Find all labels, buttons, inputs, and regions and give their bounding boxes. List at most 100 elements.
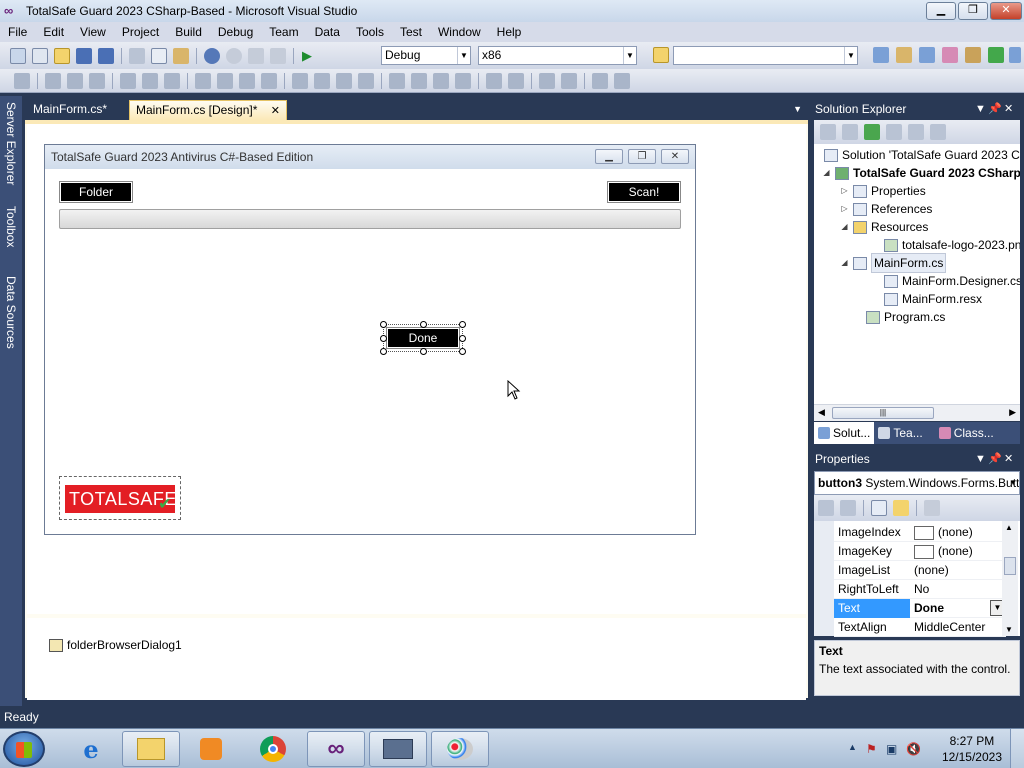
window-position-icon[interactable]: ▼ xyxy=(975,99,986,119)
menu-edit[interactable]: Edit xyxy=(35,25,72,39)
property-row-imageindex[interactable]: ImageIndex (none) xyxy=(834,523,1006,542)
tree-item-mainform[interactable]: ◢ MainForm.cs xyxy=(840,253,947,273)
design-surface[interactable]: TotalSafe Guard 2023 Antivirus C#-Based … xyxy=(27,124,806,614)
events-icon[interactable] xyxy=(893,500,909,516)
align-tops-icon[interactable] xyxy=(120,72,136,89)
align-bottoms-icon[interactable] xyxy=(164,72,180,89)
navigate-backward-icon[interactable] xyxy=(248,47,264,64)
property-row-text[interactable]: Text Done ▼ xyxy=(834,599,1006,618)
menu-help[interactable]: Help xyxy=(489,25,530,39)
tab-class-view[interactable]: Class... xyxy=(927,422,998,444)
menu-file[interactable]: File xyxy=(0,25,35,39)
remove-horizontal-spacing-icon[interactable] xyxy=(358,72,374,89)
tree-item-logo-png[interactable]: totalsafe-logo-2023.png xyxy=(884,236,1020,254)
volume-muted-icon[interactable]: 🔇 xyxy=(906,742,921,756)
make-same-size-icon[interactable] xyxy=(261,72,277,89)
solution-explorer-icon[interactable] xyxy=(873,47,889,63)
tab-order-icon[interactable] xyxy=(592,72,608,89)
redo-icon[interactable] xyxy=(226,47,242,64)
remove-vertical-spacing-icon[interactable] xyxy=(455,72,471,89)
menu-tools[interactable]: Tools xyxy=(348,25,392,39)
resize-handle[interactable] xyxy=(380,335,387,342)
tree-item-mainform-resx[interactable]: MainForm.resx xyxy=(884,290,982,308)
menu-project[interactable]: Project xyxy=(114,25,167,39)
resize-handle[interactable] xyxy=(459,321,466,328)
collapse-triangle-icon[interactable]: ◢ xyxy=(840,218,849,236)
tree-item-solution[interactable]: Solution 'TotalSafe Guard 2023 CSharp-Ba… xyxy=(824,146,1020,164)
collapse-triangle-icon[interactable]: ◢ xyxy=(840,254,849,272)
expand-triangle-icon[interactable]: ▷ xyxy=(840,182,849,200)
property-row-textalign[interactable]: TextAlign MiddleCenter xyxy=(834,618,1006,637)
make-same-width-icon[interactable] xyxy=(195,72,211,89)
close-tab-icon[interactable]: ✕ xyxy=(271,105,280,117)
scroll-down-icon[interactable]: ▼ xyxy=(1005,625,1013,634)
tree-item-program[interactable]: Program.cs xyxy=(866,308,945,326)
center-horizontally-icon[interactable] xyxy=(486,72,502,89)
explorer-taskbar-button[interactable] xyxy=(122,731,180,767)
tree-item-references[interactable]: ▷ References xyxy=(840,200,932,218)
view-class-diagram-icon[interactable] xyxy=(930,124,946,140)
network-icon[interactable]: ▣ xyxy=(886,742,897,756)
menu-debug[interactable]: Debug xyxy=(210,25,261,39)
designed-form[interactable]: TotalSafe Guard 2023 Antivirus C#-Based … xyxy=(44,144,696,535)
folder-browser-dialog-component[interactable]: folderBrowserDialog1 xyxy=(49,638,182,652)
folder-button[interactable]: Folder xyxy=(59,181,133,203)
properties-icon[interactable] xyxy=(820,124,836,140)
align-centers-icon[interactable] xyxy=(67,72,83,89)
scrollbar-thumb[interactable] xyxy=(1004,557,1016,575)
vertical-spacing-icon[interactable] xyxy=(389,72,405,89)
open-folder-icon[interactable] xyxy=(54,47,70,64)
horizontal-spacing-icon[interactable] xyxy=(292,72,308,89)
toolbox-icon[interactable] xyxy=(942,47,958,63)
scroll-left-icon[interactable]: ◀ xyxy=(818,407,825,418)
resize-handle[interactable] xyxy=(459,335,466,342)
show-all-files-icon[interactable] xyxy=(842,124,858,140)
object-browser-icon[interactable] xyxy=(919,47,935,63)
collapse-triangle-icon[interactable]: ◢ xyxy=(822,164,831,182)
increase-horizontal-spacing-icon[interactable] xyxy=(314,72,330,89)
tree-item-properties[interactable]: ▷ Properties xyxy=(840,182,925,200)
new-project-icon[interactable] xyxy=(10,47,26,64)
add-item-icon[interactable] xyxy=(32,47,48,64)
categorized-icon[interactable] xyxy=(818,500,834,516)
view-code-icon[interactable] xyxy=(886,124,902,140)
property-value[interactable]: Done xyxy=(914,599,944,618)
server-explorer-tab[interactable]: Server Explorer xyxy=(2,102,20,185)
minimize-button[interactable]: ▁ xyxy=(926,2,956,20)
chrome-taskbar-button[interactable] xyxy=(244,731,302,767)
close-window-button[interactable]: ✕ xyxy=(990,2,1022,20)
menu-team[interactable]: Team xyxy=(261,25,306,39)
resize-handle[interactable] xyxy=(420,348,427,355)
paste-icon[interactable] xyxy=(173,47,189,64)
tree-item-resources[interactable]: ◢ Resources xyxy=(840,218,928,236)
tab-team-explorer[interactable]: Tea... xyxy=(874,422,926,444)
logo-picturebox[interactable]: TOTALSAFE ✔ xyxy=(59,476,181,520)
scroll-right-icon[interactable]: ▶ xyxy=(1009,407,1016,418)
property-grid-scrollbar[interactable]: ▲ ▼ xyxy=(1002,521,1018,636)
find-in-files-icon[interactable] xyxy=(653,47,669,63)
done-button-selection[interactable]: Done xyxy=(380,321,466,355)
tab-solution-explorer[interactable]: Solut... xyxy=(814,422,875,444)
align-lefts-icon[interactable] xyxy=(45,72,61,89)
scan-button[interactable]: Scan! xyxy=(607,181,681,203)
undo-icon[interactable] xyxy=(204,47,220,64)
internet-explorer-taskbar-button[interactable]: e xyxy=(62,731,120,767)
find-combo[interactable]: ▼ xyxy=(673,46,858,65)
extension-manager-icon[interactable] xyxy=(965,47,981,63)
navigate-forward-icon[interactable] xyxy=(270,47,286,64)
toolbox-tab[interactable]: Toolbox xyxy=(2,206,20,247)
menu-build[interactable]: Build xyxy=(167,25,210,39)
on-screen-keyboard-taskbar-button[interactable] xyxy=(369,731,427,767)
decrease-vertical-spacing-icon[interactable] xyxy=(433,72,449,89)
save-all-icon[interactable] xyxy=(98,47,114,64)
pin-icon[interactable]: 📌 xyxy=(988,449,1002,469)
view-designer-icon[interactable] xyxy=(908,124,924,140)
property-row-imagekey[interactable]: ImageKey (none) xyxy=(834,542,1006,561)
tab-mainform-code[interactable]: MainForm.cs* xyxy=(27,100,113,120)
close-panel-icon[interactable]: ✕ xyxy=(1004,99,1013,119)
decrease-horizontal-spacing-icon[interactable] xyxy=(336,72,352,89)
cut-icon[interactable] xyxy=(129,47,145,64)
tab-mainform-design[interactable]: MainForm.cs [Design]* ✕ xyxy=(129,100,287,120)
paint-taskbar-button[interactable] xyxy=(431,731,489,767)
menu-test[interactable]: Test xyxy=(392,25,430,39)
